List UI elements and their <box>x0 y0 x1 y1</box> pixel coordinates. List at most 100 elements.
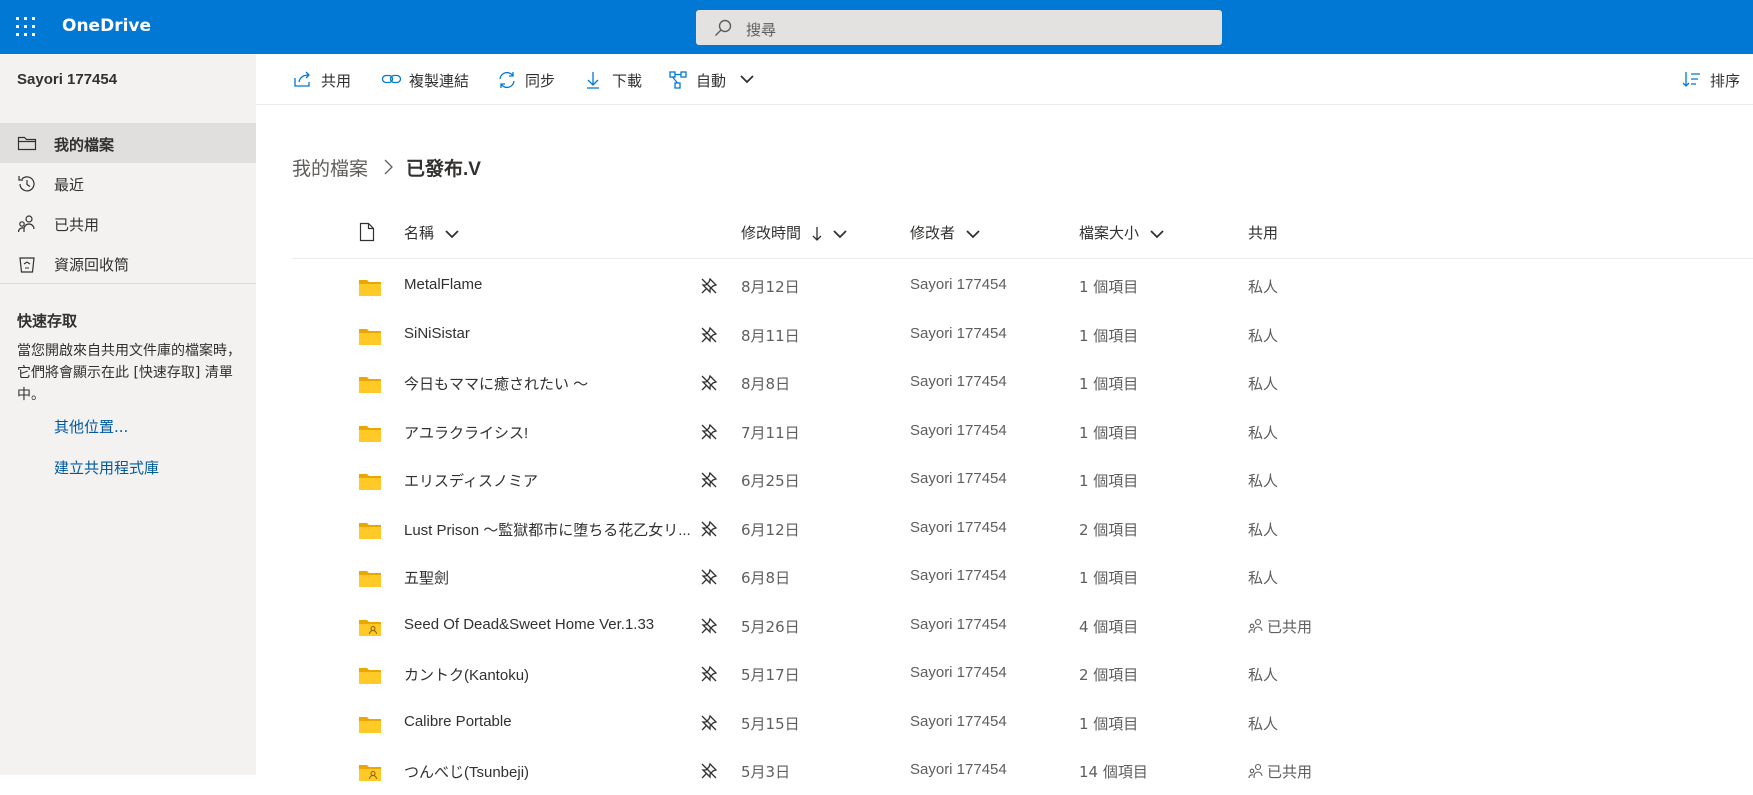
modified-by: Sayori 177454 <box>910 712 1007 730</box>
table-row[interactable]: 今日もママに癒されたい ～ 8月8日 Sayori 177454 1 個項目 私… <box>292 359 1753 407</box>
modified-date: 8月11日 <box>741 326 800 345</box>
column-size-label: 檔案大小 <box>1079 224 1140 242</box>
modified-by: Sayori 177454 <box>910 761 1007 778</box>
share-button[interactable]: 共用 <box>293 68 359 92</box>
app-title[interactable]: OneDrive <box>62 16 151 36</box>
sidebar-item-label: 資源回收筒 <box>54 256 130 274</box>
pin-off-icon[interactable] <box>700 520 718 538</box>
file-name[interactable]: 五聖劍 <box>404 567 694 588</box>
pin-off-icon[interactable] <box>700 568 718 586</box>
table-row[interactable]: 五聖劍 6月8日 Sayori 177454 1 個項目 私人 <box>292 553 1753 601</box>
table-row[interactable]: カントク(Kantoku) 5月17日 Sayori 177454 2 個項目 … <box>292 650 1753 698</box>
recycle-bin-icon <box>19 257 35 273</box>
file-type-icon[interactable] <box>359 222 375 242</box>
download-icon <box>587 72 599 89</box>
chevron-right-icon <box>384 159 393 175</box>
column-header-modified[interactable]: 修改時間 <box>741 222 847 244</box>
breadcrumb-current: 已發布.V <box>406 159 481 180</box>
quick-access-title: 快速存取 <box>17 312 78 330</box>
item-count: 1 個項目 <box>1079 278 1139 296</box>
item-count: 1 個項目 <box>1079 714 1139 733</box>
sync-icon <box>499 71 515 89</box>
pin-off-icon[interactable] <box>700 277 718 295</box>
modified-by: Sayori 177454 <box>910 421 1007 439</box>
table-row[interactable]: つんべじ(Tsunbeji) 5月3日 Sayori 177454 14 個項目… <box>292 747 1753 795</box>
modified-date: 5月17日 <box>741 666 800 684</box>
sidebar-item-shared[interactable]: 已共用 <box>0 203 256 243</box>
column-header-sharing[interactable]: 共用 <box>1248 222 1278 244</box>
folder-icon <box>359 716 381 733</box>
modified-by: Sayori 177454 <box>910 664 1007 681</box>
search-input[interactable]: 搜尋 <box>696 10 1222 45</box>
sidebar-item-label: 已共用 <box>54 216 100 234</box>
create-shared-library-link[interactable]: 建立共用程式庫 <box>54 457 159 478</box>
table-row[interactable]: Calibre Portable 5月15日 Sayori 177454 1 個… <box>292 699 1753 747</box>
file-name[interactable]: アユラクライシス! <box>404 422 694 443</box>
chevron-down-icon <box>740 75 754 84</box>
file-name[interactable]: エリスディスノミア <box>404 470 694 491</box>
sidebar-item-recycle-bin[interactable]: 資源回收筒 <box>0 243 256 283</box>
pin-off-icon[interactable] <box>700 714 718 732</box>
item-count: 1 個項目 <box>1079 326 1139 345</box>
people-icon <box>17 215 35 233</box>
table-row[interactable]: MetalFlame 8月12日 Sayori 177454 1 個項目 私人 <box>292 262 1753 310</box>
file-name[interactable]: つんべじ(Tsunbeji) <box>404 761 694 782</box>
download-button[interactable]: 下載 <box>584 68 650 92</box>
app-launcher-icon[interactable] <box>16 17 36 37</box>
table-row[interactable]: Lust Prison ～監獄都市に堕ちる花乙女リ... 6月12日 Sayor… <box>292 505 1753 553</box>
sharing-status: 私人 <box>1248 569 1279 587</box>
breadcrumb-root[interactable]: 我的檔案 <box>292 154 368 181</box>
pin-off-icon[interactable] <box>700 617 718 635</box>
file-name[interactable]: SiNiSistar <box>404 325 694 342</box>
modified-date: 8月12日 <box>741 278 800 296</box>
modified-date: 7月11日 <box>741 423 800 442</box>
pin-off-icon[interactable] <box>700 374 718 392</box>
file-name[interactable]: Calibre Portable <box>404 713 694 730</box>
file-name[interactable]: MetalFlame <box>404 276 694 293</box>
sidebar-item-my-files[interactable]: 我的檔案 <box>0 123 256 163</box>
sharing-status: 私人 <box>1248 472 1279 490</box>
copy-link-label: 複製連結 <box>409 72 470 90</box>
search-placeholder: 搜尋 <box>746 21 777 39</box>
sharing-label: 已共用 <box>1267 763 1313 781</box>
chevron-down-icon <box>1150 229 1164 238</box>
table-row[interactable]: エリスディスノミア 6月25日 Sayori 177454 1 個項目 私人 <box>292 456 1753 504</box>
file-name[interactable]: カントク(Kantoku) <box>404 664 694 685</box>
link-icon <box>381 74 402 84</box>
column-header-name[interactable]: 名稱 <box>404 222 459 244</box>
sync-button[interactable]: 同步 <box>497 68 563 92</box>
pin-off-icon[interactable] <box>700 762 718 780</box>
shared-folder-icon <box>359 619 381 636</box>
table-row[interactable]: SiNiSistar 8月11日 Sayori 177454 1 個項目 私人 <box>292 311 1753 359</box>
file-name[interactable]: Seed Of Dead&Sweet Home Ver.1.33 <box>404 616 694 633</box>
file-name[interactable]: Lust Prison ～監獄都市に堕ちる花乙女リ... <box>404 519 694 540</box>
modified-date: 6月12日 <box>741 520 800 539</box>
automate-icon <box>669 71 687 89</box>
modified-date: 5月15日 <box>741 714 800 733</box>
copy-link-button[interactable]: 複製連結 <box>381 68 481 92</box>
item-count: 1 個項目 <box>1079 423 1139 442</box>
search-icon <box>715 19 732 36</box>
file-name[interactable]: 今日もママに癒されたい ～ <box>404 373 694 394</box>
modified-date: 5月26日 <box>741 617 800 636</box>
sharing-status: 私人 <box>1248 714 1279 733</box>
sort-button[interactable]: 排序 <box>1682 68 1753 92</box>
column-modified-by-label: 修改者 <box>910 224 956 242</box>
automate-label: 自動 <box>696 72 727 90</box>
pin-off-icon[interactable] <box>700 665 718 683</box>
folder-icon <box>359 522 381 539</box>
more-places-link[interactable]: 其他位置... <box>54 416 128 437</box>
pin-off-icon[interactable] <box>700 471 718 489</box>
table-row[interactable]: Seed Of Dead&Sweet Home Ver.1.33 5月26日 S… <box>292 602 1753 650</box>
folder-icon <box>359 328 381 345</box>
table-row[interactable]: アユラクライシス! 7月11日 Sayori 177454 1 個項目 私人 <box>292 408 1753 456</box>
pin-off-icon[interactable] <box>700 423 718 441</box>
sidebar-divider <box>0 283 256 284</box>
pin-off-icon[interactable] <box>700 326 718 344</box>
item-count: 1 個項目 <box>1079 375 1139 393</box>
automate-button[interactable]: 自動 <box>668 68 754 92</box>
column-header-modified-by[interactable]: 修改者 <box>910 222 980 244</box>
column-header-size[interactable]: 檔案大小 <box>1079 222 1164 244</box>
sharing-status: 私人 <box>1248 278 1279 296</box>
sidebar-item-recent[interactable]: 最近 <box>0 163 256 203</box>
